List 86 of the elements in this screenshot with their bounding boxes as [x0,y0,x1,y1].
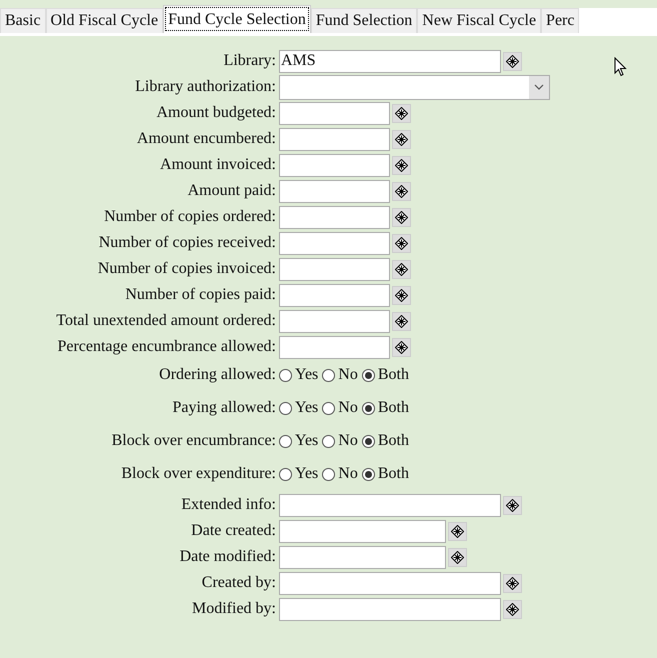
field-label: Library authorization: [134,77,276,97]
field-label: Date modified: [178,547,276,567]
input-field[interactable] [279,310,390,332]
option-label: No [338,398,358,418]
lookup-button[interactable] [392,156,411,174]
option-label: Yes [295,398,318,418]
field-label: Library: [222,51,276,71]
lookup-button[interactable] [392,286,411,304]
radio-button[interactable] [279,468,292,480]
lookup-button[interactable] [392,104,411,122]
field-label: Amount encumbered: [136,129,276,149]
field-label: Block over expenditure: [120,464,276,484]
lookup-button[interactable] [448,548,467,566]
input-field[interactable] [279,546,446,568]
tab[interactable]: Basic [0,8,46,33]
radio-button[interactable] [279,368,292,382]
option-label: Both [378,365,409,385]
field-label: Ordering allowed: [158,365,276,385]
field-label: Paying allowed: [171,398,276,418]
field-label: Created by: [200,573,276,593]
lookup-button[interactable] [392,234,411,252]
field-label: Date created: [190,521,276,541]
field-label: Modified by: [191,599,276,619]
radio-button[interactable] [322,368,336,382]
field-label: Number of copies received: [98,233,276,253]
lookup-button[interactable] [448,522,467,540]
input-field[interactable]: AMS [279,50,501,72]
radio-button[interactable] [279,402,292,414]
lookup-button[interactable] [392,182,411,200]
option-label: Both [378,431,409,451]
tab[interactable]: Fund Cycle Selection [163,5,311,33]
lookup-button[interactable] [392,208,411,226]
input-field[interactable] [279,598,501,620]
mouse-cursor-icon [614,57,627,77]
field-label: Extended info: [180,495,276,515]
tab[interactable]: Fund Selection [310,8,418,33]
field-label: Number of copies invoiced: [96,259,276,279]
tab[interactable]: New Fiscal Cycle [417,8,542,33]
input-field[interactable] [279,336,390,358]
tab[interactable]: Old Fiscal Cycle [46,8,164,33]
input-field[interactable] [279,128,390,150]
option-label: Both [378,464,409,484]
lookup-button[interactable] [392,338,411,356]
option-label: Yes [295,464,318,484]
radio-button[interactable] [362,368,375,382]
field-label: Block over encumbrance: [110,431,276,451]
radio-button[interactable] [322,402,336,414]
input-field[interactable] [279,102,390,124]
radio-button[interactable] [279,434,292,448]
lookup-button[interactable] [392,312,411,330]
field-label: Amount invoiced: [159,155,276,175]
input-field[interactable] [279,180,390,202]
lookup-button[interactable] [503,496,522,514]
input-field[interactable] [279,232,390,254]
lookup-button[interactable] [503,574,522,592]
option-label: Both [378,398,409,418]
lookup-button[interactable] [392,260,411,278]
input-field[interactable] [279,284,390,306]
lookup-button[interactable] [503,52,522,70]
field-label: Number of copies paid: [124,285,276,305]
radio-button[interactable] [362,434,375,448]
field-label: Amount paid: [186,181,276,201]
chevron-down-icon [534,84,544,90]
field-label: Amount budgeted: [155,103,276,123]
input-field[interactable] [279,572,501,594]
input-field[interactable] [279,494,501,516]
option-label: No [338,464,358,484]
lookup-button[interactable] [392,130,411,148]
field-label: Total unextended amount ordered: [55,311,276,331]
lookup-button[interactable] [503,600,522,618]
option-label: No [338,365,358,385]
input-field[interactable] [279,520,446,542]
option-label: No [338,431,358,451]
input-field[interactable] [279,206,390,228]
radio-button[interactable] [362,468,375,480]
option-label: Yes [295,365,318,385]
option-label: Yes [295,431,318,451]
dropdown-field[interactable] [279,74,550,100]
radio-button[interactable] [322,468,336,480]
radio-button[interactable] [322,434,336,448]
field-label: Percentage encumbrance allowed: [56,337,276,357]
field-label: Number of copies ordered: [103,207,276,227]
tab[interactable]: Perc [541,8,580,33]
radio-button[interactable] [362,402,375,414]
input-field[interactable] [279,258,390,280]
input-field[interactable] [279,154,390,176]
